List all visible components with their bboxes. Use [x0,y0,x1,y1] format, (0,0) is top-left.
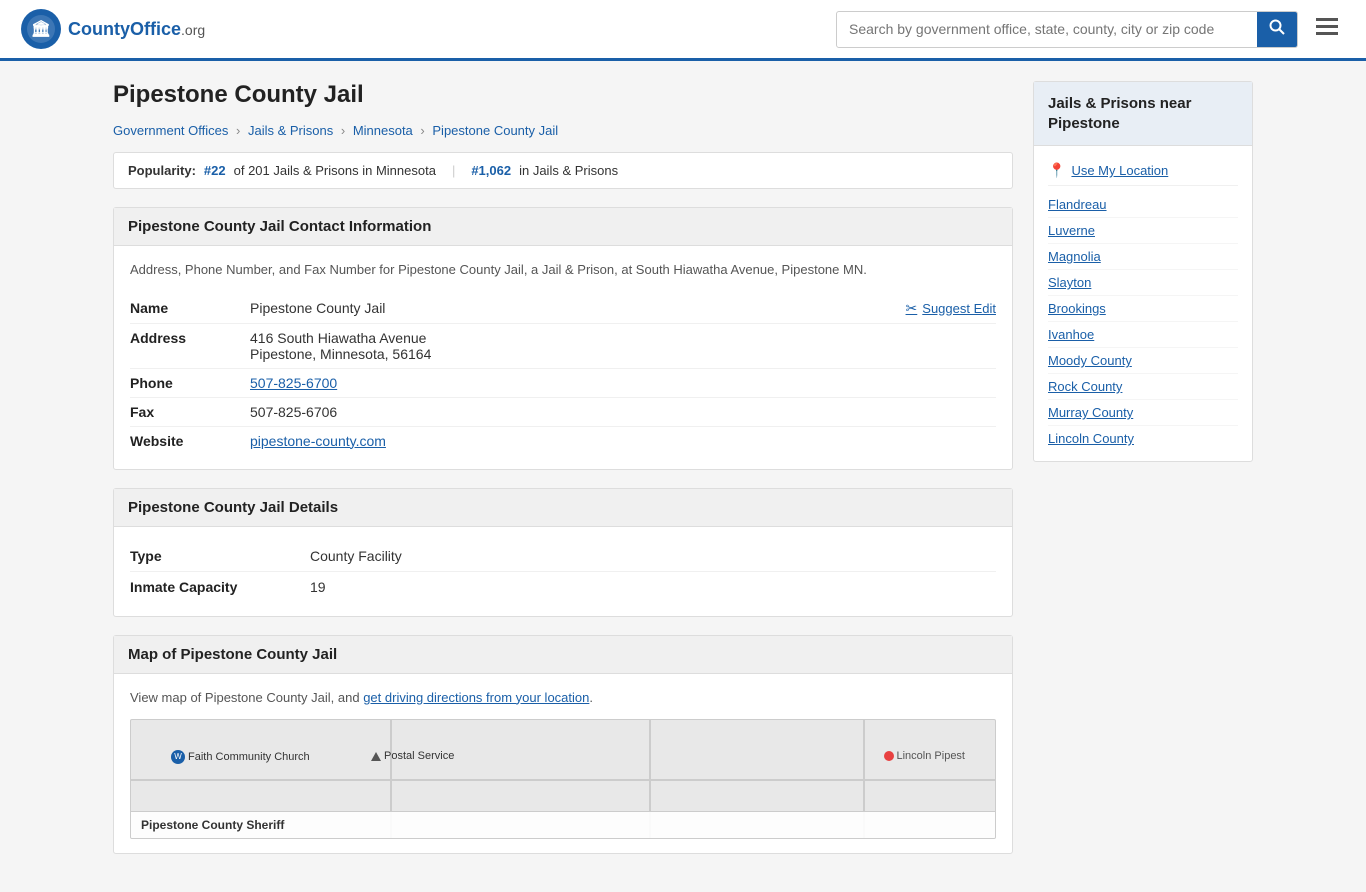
popularity-rank2: #1,062 [471,163,511,178]
search-button[interactable] [1257,12,1297,47]
popularity-rank2-text: in Jails & Prisons [519,163,618,178]
details-row-type: Type County Facility [130,541,996,572]
search-icon [1269,19,1285,35]
details-row-capacity: Inmate Capacity 19 [130,572,996,602]
info-row-phone: Phone 507-825-6700 [130,369,996,398]
contact-section-body: Address, Phone Number, and Fax Number fo… [114,246,1012,469]
map-section-body: View map of Pipestone County Jail, and g… [114,674,1012,854]
header-right [836,11,1346,48]
sidebar-link-rock-county[interactable]: Rock County [1048,374,1238,400]
breadcrumb-jails[interactable]: Jails & Prisons [248,123,333,138]
map-placeholder[interactable]: W Faith Community Church Postal Service … [130,719,996,839]
fax-label: Fax [130,404,250,420]
page-title: Pipestone County Jail [113,81,1013,109]
map-label-lincoln: Lincoln Pipest [884,750,966,762]
sidebar-link-slayton[interactable]: Slayton [1048,270,1238,296]
church-icon: W [171,750,185,764]
edit-icon: ✂ [906,300,918,317]
info-row-fax: Fax 507-825-6706 [130,398,996,427]
svg-text:🏛: 🏛 [31,19,51,38]
contact-info-table: Name Pipestone County Jail ✂ Suggest Edi… [130,294,996,455]
map-overlay-sheriff: Pipestone County Sheriff [131,811,995,838]
address-value: 416 South Hiawatha Avenue Pipestone, Min… [250,330,996,362]
contact-section-header: Pipestone County Jail Contact Informatio… [114,208,1012,246]
breadcrumb-gov-offices[interactable]: Government Offices [113,123,228,138]
logo-icon: 🏛 [20,8,62,50]
menu-button[interactable] [1308,12,1346,46]
breadcrumb-minnesota[interactable]: Minnesota [353,123,413,138]
map-label-church: W Faith Community Church [171,750,310,764]
name-label: Name [130,300,250,316]
website-label: Website [130,433,250,449]
address-label: Address [130,330,250,346]
driving-directions-link[interactable]: get driving directions from your locatio… [363,690,589,705]
phone-link[interactable]: 507-825-6700 [250,375,337,391]
sidebar-link-ivanhoe[interactable]: Ivanhoe [1048,322,1238,348]
sidebar-link-magnolia[interactable]: Magnolia [1048,244,1238,270]
main-container: Pipestone County Jail Government Offices… [93,61,1273,892]
website-link[interactable]: pipestone-county.com [250,433,386,449]
info-row-name: Name Pipestone County Jail ✂ Suggest Edi… [130,294,996,324]
fax-value: 507-825-6706 [250,404,996,420]
info-row-address: Address 416 South Hiawatha Avenue Pipest… [130,324,996,369]
suggest-edit-button[interactable]: ✂ Suggest Edit [906,300,996,317]
details-section-body: Type County Facility Inmate Capacity 19 [114,527,1012,616]
contact-section: Pipestone County Jail Contact Informatio… [113,207,1013,470]
sidebar-link-moody-county[interactable]: Moody County [1048,348,1238,374]
website-value: pipestone-county.com [250,433,996,449]
hamburger-icon [1316,18,1338,36]
map-label-postal: Postal Service [371,750,454,762]
breadcrumb: Government Offices › Jails & Prisons › M… [113,123,1013,138]
popularity-bar: Popularity: #22 of 201 Jails & Prisons i… [113,152,1013,189]
location-pin-icon: 📍 [1048,162,1065,179]
sidebar: Jails & Prisons near Pipestone 📍 Use My … [1033,81,1253,872]
sidebar-link-brookings[interactable]: Brookings [1048,296,1238,322]
info-row-website: Website pipestone-county.com [130,427,996,455]
details-table: Type County Facility Inmate Capacity 19 [130,541,996,602]
sidebar-link-flandreau[interactable]: Flandreau [1048,192,1238,218]
map-description: View map of Pipestone County Jail, and g… [130,688,996,708]
details-section: Pipestone County Jail Details Type Count… [113,488,1013,617]
capacity-label: Inmate Capacity [130,579,310,595]
sidebar-link-luverne[interactable]: Luverne [1048,218,1238,244]
sidebar-link-murray-county[interactable]: Murray County [1048,400,1238,426]
sidebar-use-location[interactable]: 📍 Use My Location [1048,156,1238,186]
popularity-rank1: #22 [204,163,226,178]
logo[interactable]: 🏛 CountyOffice.org [20,8,205,50]
content-area: Pipestone County Jail Government Offices… [113,81,1013,872]
sidebar-box: Jails & Prisons near Pipestone 📍 Use My … [1033,81,1253,462]
phone-value: 507-825-6700 [250,375,996,391]
site-header: 🏛 CountyOffice.org [0,0,1366,61]
popularity-label: Popularity: [128,163,196,178]
postal-icon [371,752,381,761]
lincoln-pin [884,751,894,761]
capacity-value: 19 [310,579,326,595]
phone-label: Phone [130,375,250,391]
type-label: Type [130,548,310,564]
search-input[interactable] [837,14,1257,44]
name-value: Pipestone County Jail [250,300,906,316]
sidebar-body: 📍 Use My Location Flandreau Luverne Magn… [1034,146,1252,461]
breadcrumb-current[interactable]: Pipestone County Jail [432,123,558,138]
type-value: County Facility [310,548,402,564]
logo-text: CountyOffice.org [68,19,205,40]
use-my-location-link[interactable]: Use My Location [1071,163,1168,178]
map-section: Map of Pipestone County Jail View map of… [113,635,1013,855]
details-section-header: Pipestone County Jail Details [114,489,1012,527]
map-section-header: Map of Pipestone County Jail [114,636,1012,674]
search-bar [836,11,1298,48]
contact-description: Address, Phone Number, and Fax Number fo… [130,260,996,280]
popularity-rank1-text: of 201 Jails & Prisons in Minnesota [234,163,436,178]
sidebar-link-lincoln-county[interactable]: Lincoln County [1048,426,1238,451]
sidebar-header: Jails & Prisons near Pipestone [1034,82,1252,146]
